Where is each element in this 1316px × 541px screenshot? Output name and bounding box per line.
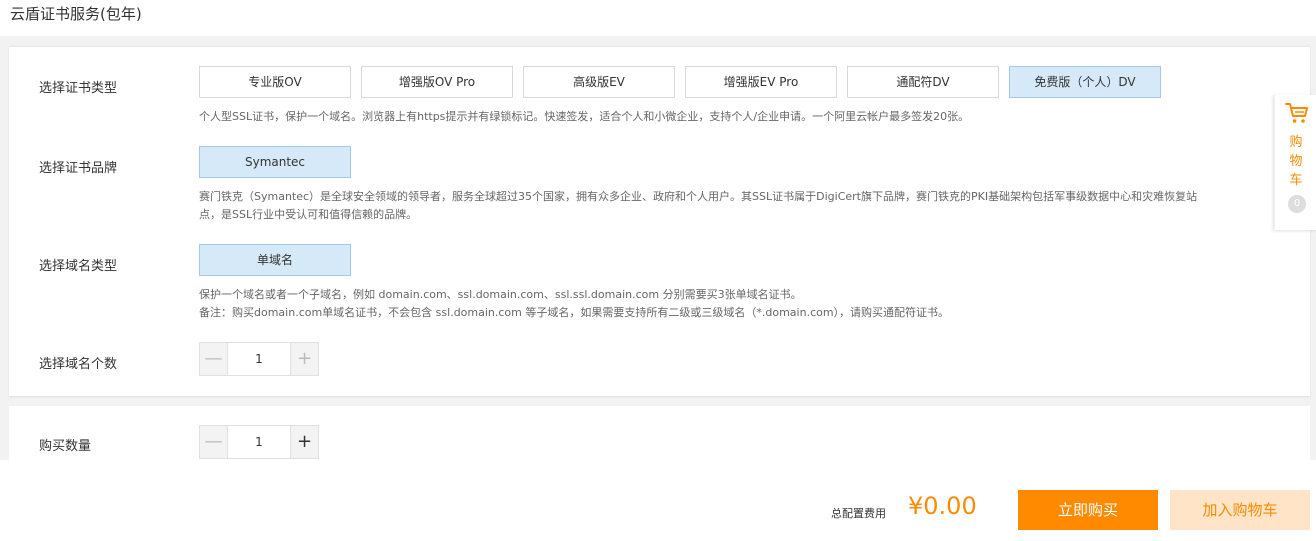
- side-cart-label-char-1: 购: [1289, 135, 1303, 150]
- cert-type-option-wildcard-dv[interactable]: 通配符DV: [847, 66, 999, 98]
- domain-type-description-line1: 保护一个域名或者一个子域名，例如 domain.com、ssl.domain.c…: [199, 288, 802, 301]
- total-price: ¥0.00: [908, 492, 977, 520]
- footer-bar: 总配置费用 ¥0.00 立即购买 加入购物车: [0, 460, 1316, 541]
- total-cost-label: 总配置费用: [831, 507, 886, 520]
- domain-count-minus-button[interactable]: —: [200, 343, 228, 375]
- page-header: 云盾证书服务(包年): [0, 0, 1316, 36]
- domain-count-value[interactable]: 1: [228, 343, 290, 375]
- domain-count-plus-button[interactable]: +: [290, 343, 318, 375]
- cart-count-badge: 0: [1288, 195, 1306, 213]
- config-panel: 选择证书类型 专业版OV 增强版OV Pro 高级版EV 增强版EV Pro 通…: [9, 46, 1310, 396]
- purchase-qty-minus-button[interactable]: —: [200, 426, 228, 458]
- cert-type-option-free-dv[interactable]: 免费版（个人）DV: [1009, 66, 1161, 98]
- purchase-qty-value[interactable]: 1: [228, 426, 290, 458]
- add-to-cart-button[interactable]: 加入购物车: [1170, 490, 1310, 530]
- domain-count-label: 选择域名个数: [39, 357, 118, 372]
- purchase-qty-plus-button[interactable]: +: [290, 426, 318, 458]
- side-cart-label-char-3: 车: [1289, 173, 1303, 188]
- domain-type-option-single[interactable]: 单域名: [199, 244, 351, 276]
- cert-type-option-enhanced-ev-pro[interactable]: 增强版EV Pro: [685, 66, 837, 98]
- shopping-cart-icon: [1285, 103, 1308, 123]
- domain-type-label: 选择域名类型: [39, 259, 118, 274]
- domain-count-stepper: — 1 +: [199, 342, 319, 376]
- buy-now-button[interactable]: 立即购买: [1018, 490, 1158, 530]
- brand-option-symantec[interactable]: Symantec: [199, 146, 351, 178]
- cert-type-option-advanced-ev[interactable]: 高级版EV: [523, 66, 675, 98]
- domain-type-description-line2: 备注：购买domain.com单域名证书，不会包含 ssl.domain.com…: [199, 306, 950, 319]
- cert-type-option-enhanced-ov-pro[interactable]: 增强版OV Pro: [361, 66, 513, 98]
- purchase-qty-stepper: — 1 +: [199, 425, 319, 459]
- brand-description-line1: 赛门铁克（Symantec）是全球安全领域的领导者，服务全球超过35个国家，拥有…: [199, 190, 1198, 203]
- quantity-panel: 购买数量 — 1 +: [9, 406, 1310, 460]
- purchase-qty-label: 购买数量: [39, 439, 92, 454]
- cert-type-option-pro-ov[interactable]: 专业版OV: [199, 66, 351, 98]
- brand-description-line2: 点，是SSL行业中受认可和值得信赖的品牌。: [199, 208, 418, 221]
- page-title: 云盾证书服务(包年): [10, 5, 142, 23]
- side-cart-tab[interactable]: 购 物 车 0: [1274, 95, 1316, 230]
- cert-type-description: 个人型SSL证书，保护一个域名。浏览器上有https提示并有绿锁标记。快速签发，…: [199, 110, 970, 123]
- brand-label: 选择证书品牌: [39, 161, 118, 176]
- cert-type-label: 选择证书类型: [39, 81, 118, 96]
- side-cart-label-char-2: 物: [1289, 154, 1303, 169]
